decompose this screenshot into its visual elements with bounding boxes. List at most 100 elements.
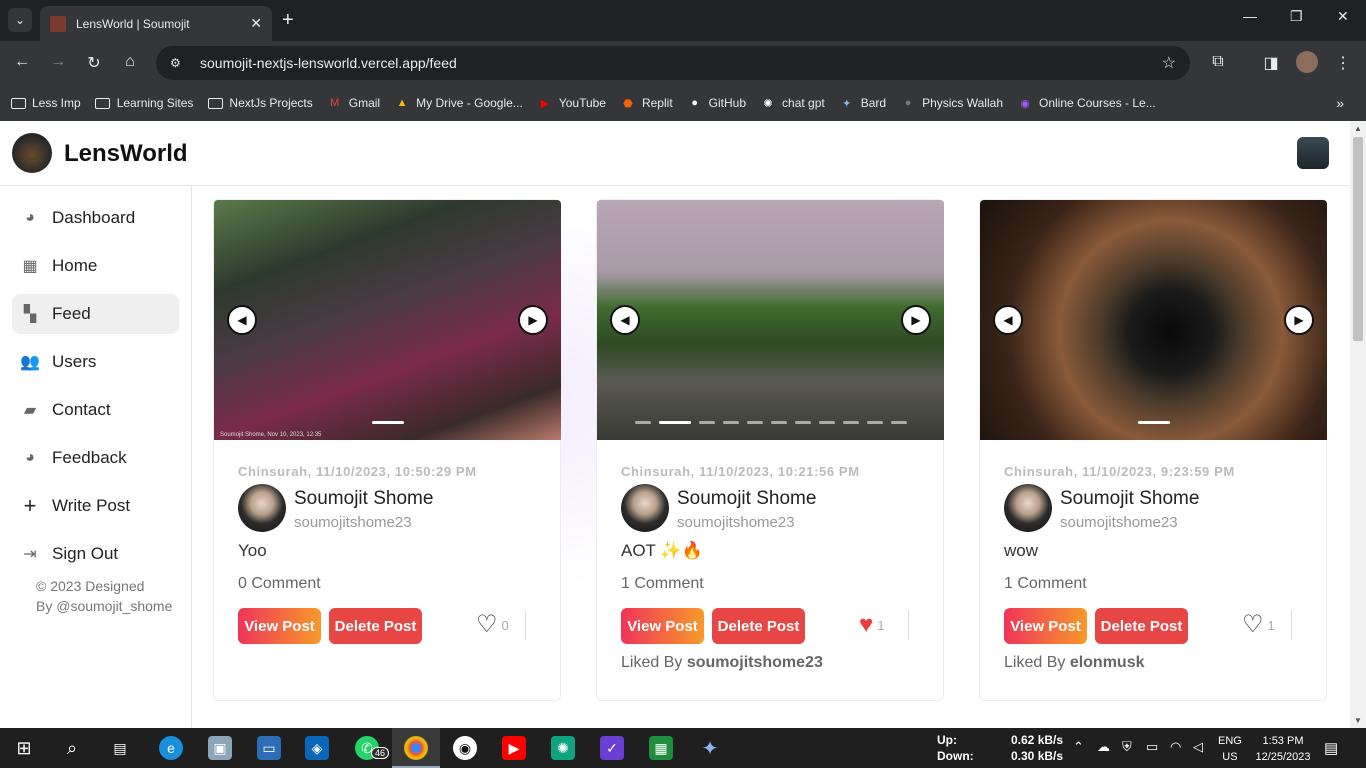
- liked-by-user[interactable]: soumojitshome23: [687, 654, 823, 671]
- language-indicator[interactable]: ENG US: [1218, 733, 1242, 765]
- carousel-prev-button[interactable]: ◀: [227, 305, 257, 335]
- wifi-icon[interactable]: ◠: [1170, 739, 1181, 755]
- author-avatar[interactable]: [1004, 484, 1052, 532]
- carousel-dot[interactable]: [634, 421, 651, 424]
- home-icon[interactable]: ⌂: [119, 53, 141, 71]
- carousel-next-button[interactable]: ▶: [1284, 305, 1314, 335]
- delete-post-button[interactable]: Delete Post: [712, 608, 805, 644]
- carousel-prev-button[interactable]: ◀: [610, 305, 640, 335]
- volume-icon[interactable]: ◁: [1193, 739, 1203, 755]
- post-image-carousel[interactable]: ◀ ▶: [980, 200, 1327, 440]
- forward-icon[interactable]: →: [47, 53, 69, 71]
- bookmark-item[interactable]: ▲ My Drive - Google...: [394, 96, 523, 110]
- menu-icon[interactable]: ⋮: [1332, 53, 1354, 73]
- heart-icon[interactable]: ♥: [859, 613, 873, 637]
- chatgpt-app-icon[interactable]: ✺: [551, 736, 575, 760]
- carousel-dot[interactable]: [866, 421, 883, 424]
- sidebar-item-home[interactable]: ▦ Home: [12, 246, 179, 286]
- author-name[interactable]: Soumojit Shome: [1060, 488, 1199, 510]
- heart-icon[interactable]: ♡: [1242, 613, 1264, 637]
- bookmark-item[interactable]: ● GitHub: [687, 96, 746, 110]
- carousel-dot[interactable]: [658, 421, 691, 424]
- view-post-button[interactable]: View Post: [238, 608, 321, 644]
- author-name[interactable]: Soumojit Shome: [294, 488, 433, 510]
- restore-icon[interactable]: ❐: [1290, 8, 1303, 25]
- delete-post-button[interactable]: Delete Post: [329, 608, 422, 644]
- clock[interactable]: 1:53 PM 12/25/2023: [1252, 733, 1314, 765]
- sidebar-item-users[interactable]: 👥 Users: [12, 342, 179, 382]
- reload-icon[interactable]: ↻: [83, 53, 105, 73]
- carousel-dot[interactable]: [794, 421, 811, 424]
- carousel-dot[interactable]: [1137, 421, 1170, 424]
- chrome-icon[interactable]: [404, 736, 428, 760]
- youtube-app-icon[interactable]: ▶: [502, 736, 526, 760]
- bookmark-item[interactable]: ⬣ Replit: [620, 96, 673, 110]
- sidebar-item-write-post[interactable]: + Write Post: [12, 486, 179, 526]
- bookmark-item[interactable]: ✺ chat gpt: [760, 96, 824, 110]
- logo[interactable]: [12, 133, 52, 173]
- browser-tab[interactable]: LensWorld | Soumojit ✕: [40, 6, 272, 41]
- classroom-app-icon[interactable]: ▦: [649, 736, 673, 760]
- heart-icon[interactable]: ♡: [476, 613, 498, 637]
- bookmark-item[interactable]: ● Physics Wallah: [900, 96, 1003, 110]
- close-tab-icon[interactable]: ✕: [250, 15, 262, 32]
- bookmark-item[interactable]: ✦ Bard: [839, 96, 886, 110]
- new-tab-button[interactable]: +: [282, 9, 294, 32]
- task-view-icon[interactable]: ▤: [108, 736, 132, 760]
- profile-avatar[interactable]: [1296, 51, 1318, 73]
- photos-app-icon[interactable]: ▣: [208, 736, 232, 760]
- carousel-dot[interactable]: [770, 421, 787, 424]
- view-post-button[interactable]: View Post: [1004, 608, 1087, 644]
- author-name[interactable]: Soumojit Shome: [677, 488, 816, 510]
- battery-icon[interactable]: ▭: [1146, 739, 1158, 755]
- notifications-icon[interactable]: ▤: [1324, 739, 1338, 757]
- author-avatar[interactable]: [621, 484, 669, 532]
- todo-app-icon[interactable]: ✓: [600, 736, 624, 760]
- view-post-button[interactable]: View Post: [621, 608, 704, 644]
- sidebar-item-dashboard[interactable]: ◕ Dashboard: [12, 198, 179, 238]
- github-desktop-icon[interactable]: ◉: [453, 736, 477, 760]
- url-text[interactable]: soumojit-nextjs-lensworld.vercel.app/fee…: [200, 55, 457, 71]
- carousel-next-button[interactable]: ▶: [518, 305, 548, 335]
- windows-start-icon[interactable]: ⊞: [12, 736, 36, 760]
- delete-post-button[interactable]: Delete Post: [1095, 608, 1188, 644]
- bookmark-item[interactable]: ◉ Online Courses - Le...: [1017, 96, 1156, 110]
- bookmark-item[interactable]: M Gmail: [327, 96, 380, 110]
- post-image-carousel[interactable]: ◀ ▶ Soumojit Shome, Nov 10, 2023, 12:35: [214, 200, 561, 440]
- sidebar-item-contact[interactable]: ▰ Contact: [12, 390, 179, 430]
- carousel-dot[interactable]: [371, 421, 404, 424]
- sidebar-item-feed[interactable]: ▚ Feed: [12, 294, 179, 334]
- carousel-next-button[interactable]: ▶: [901, 305, 931, 335]
- site-info-icon[interactable]: ⚙: [170, 56, 192, 70]
- scrollbar-thumb[interactable]: [1353, 137, 1363, 341]
- extensions-icon[interactable]: ⧉: [1207, 53, 1229, 71]
- omnibox[interactable]: ⚙ soumojit-nextjs-lensworld.vercel.app/f…: [156, 46, 1190, 80]
- bookmark-item[interactable]: ▶ YouTube: [537, 96, 606, 110]
- pc-app-icon[interactable]: ▭: [257, 736, 281, 760]
- bookmarks-more-icon[interactable]: »: [1336, 95, 1344, 111]
- scroll-up-icon[interactable]: ▲: [1354, 124, 1362, 133]
- carousel-dot[interactable]: [842, 421, 859, 424]
- page-scrollbar[interactable]: ▲ ▼: [1350, 121, 1366, 728]
- bookmark-item[interactable]: Learning Sites: [95, 96, 193, 110]
- search-icon[interactable]: ⌕: [60, 736, 84, 760]
- carousel-dot[interactable]: [818, 421, 835, 424]
- vscode-icon[interactable]: ◈: [305, 736, 329, 760]
- carousel-dot[interactable]: [698, 421, 715, 424]
- bookmark-star-icon[interactable]: ☆: [1162, 53, 1176, 73]
- carousel-dot[interactable]: [890, 421, 907, 424]
- sidebar-item-feedback[interactable]: ◕ Feedback: [12, 438, 179, 478]
- back-icon[interactable]: ←: [11, 53, 33, 71]
- close-window-icon[interactable]: ✕: [1337, 8, 1349, 25]
- carousel-prev-button[interactable]: ◀: [993, 305, 1023, 335]
- minimize-icon[interactable]: —: [1243, 8, 1257, 24]
- shield-icon[interactable]: ⛨: [1122, 739, 1132, 755]
- side-panel-icon[interactable]: ◨: [1260, 53, 1282, 73]
- cloud-icon[interactable]: ☁: [1097, 739, 1110, 755]
- author-avatar[interactable]: [238, 484, 286, 532]
- liked-by-user[interactable]: elonmusk: [1070, 654, 1145, 671]
- bard-app-icon[interactable]: ✦: [698, 736, 722, 760]
- bookmark-item[interactable]: NextJs Projects: [207, 96, 313, 110]
- edge-icon[interactable]: e: [159, 736, 183, 760]
- carousel-dot[interactable]: [722, 421, 739, 424]
